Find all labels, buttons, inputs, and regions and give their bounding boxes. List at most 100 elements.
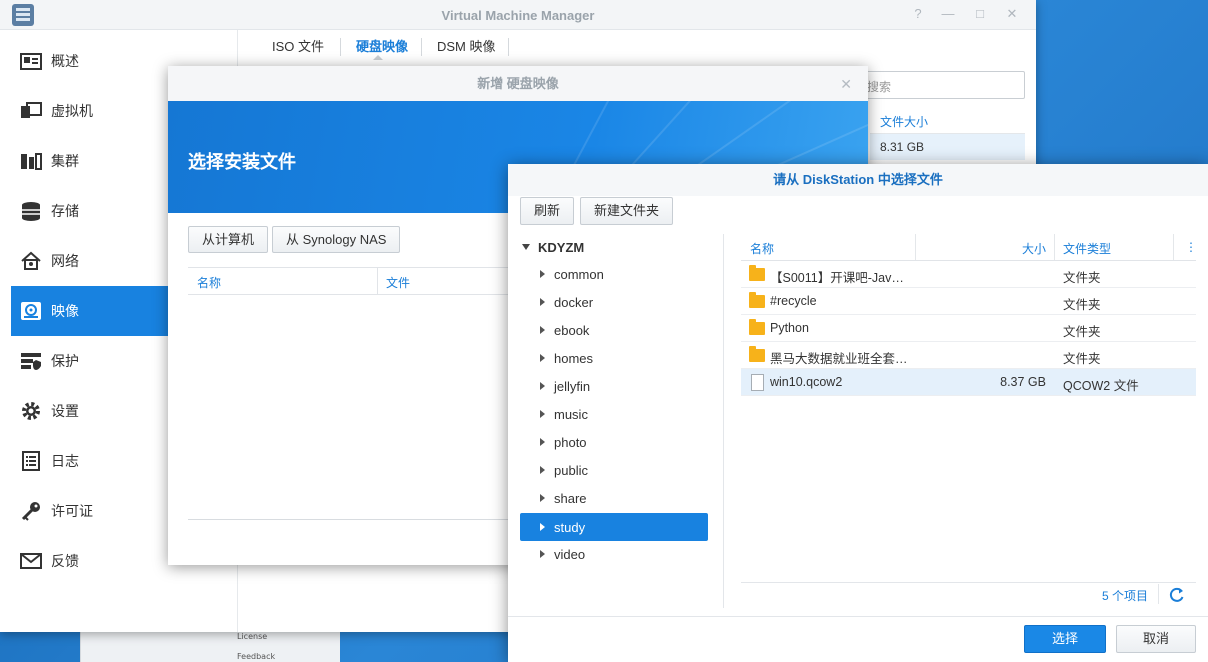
vmm-window-title: Virtual Machine Manager <box>441 8 595 23</box>
select-button[interactable]: 选择 <box>1024 625 1106 653</box>
folder-icon <box>749 346 765 362</box>
table-row[interactable]: Python 文件夹 <box>741 315 1196 342</box>
sidebar-item-storage[interactable]: 存储 <box>11 186 171 236</box>
column-size[interactable]: 大小 <box>1022 240 1046 257</box>
sidebar-item-label: 网络 <box>51 253 79 269</box>
tab-dsm-image[interactable]: DSM 映像 <box>437 36 496 55</box>
column-name[interactable]: 名称 <box>197 274 221 291</box>
chevron-right-icon <box>540 270 545 278</box>
sidebar-item-overview[interactable]: 概述 <box>11 36 171 86</box>
table-row[interactable]: #recycle 文件夹 <box>741 288 1196 315</box>
cluster-icon <box>20 151 42 171</box>
column-file[interactable]: 文件 <box>386 274 410 291</box>
sidebar-item-label: 虚拟机 <box>51 103 93 119</box>
tab-iso-files[interactable]: ISO 文件 <box>272 36 324 55</box>
maximize-icon[interactable]: □ <box>972 6 988 22</box>
sidebar-item-settings[interactable]: 设置 <box>11 386 171 436</box>
active-tab-indicator <box>373 55 383 60</box>
from-computer-button[interactable]: 从计算机 <box>188 226 269 253</box>
tree-item-common[interactable]: common <box>520 260 708 288</box>
sidebar-item-image[interactable]: 映像 <box>11 286 171 336</box>
pane-splitter[interactable] <box>723 234 724 608</box>
chevron-right-icon <box>540 494 545 502</box>
from-synology-nas-button[interactable]: 从 Synology NAS <box>272 226 401 253</box>
sidebar-item-label: 设置 <box>51 403 79 419</box>
tree-item-label: photo <box>554 434 587 450</box>
tree-item-label: study <box>554 519 586 535</box>
tree-root-kdyzm[interactable]: KDYZM <box>522 236 584 258</box>
vmm-title-bar: Virtual Machine Manager ? — □ ✕ <box>0 0 1036 30</box>
tree-item-label: common <box>554 266 604 282</box>
table-row[interactable]: win10.qcow2 8.37 GB QCOW2 文件 <box>741 369 1196 396</box>
tree-item-homes[interactable]: homes <box>520 344 708 372</box>
picker-title: 请从 DiskStation 中选择文件 <box>508 164 1208 196</box>
sidebar-item-protection[interactable]: 保护 <box>11 336 171 386</box>
table-row[interactable]: 【S0011】开课吧-Jav… 文件夹 <box>741 261 1196 288</box>
file-picker-dialog: 请从 DiskStation 中选择文件 刷新 新建文件夹 KDYZM comm… <box>508 164 1208 662</box>
chevron-right-icon <box>540 298 545 306</box>
sidebar-item-network[interactable]: 网络 <box>11 236 171 286</box>
table-row[interactable]: 黑马大数据就业班全套… 文件夹 <box>741 342 1196 369</box>
background-window-strip: License Feedback <box>80 632 340 662</box>
feedback-mail-icon <box>20 551 42 571</box>
tree-item-video[interactable]: video <box>520 540 708 568</box>
chevron-right-icon <box>540 354 545 362</box>
search-input[interactable]: 搜索 <box>860 71 1025 99</box>
divider <box>508 616 1208 617</box>
tree-item-ebook[interactable]: ebook <box>520 316 708 344</box>
file-type: 文件夹 <box>1063 352 1101 366</box>
column-name[interactable]: 名称 <box>750 240 774 257</box>
close-icon[interactable]: ✕ <box>1004 6 1020 22</box>
refresh-icon[interactable] <box>1168 586 1186 604</box>
sidebar-item-feedback[interactable]: 反馈 <box>11 536 171 586</box>
tree-item-music[interactable]: music <box>520 400 708 428</box>
chevron-right-icon <box>540 326 545 334</box>
chevron-right-icon <box>540 550 545 558</box>
protection-icon <box>20 351 42 371</box>
table-row[interactable]: 8.31 GB <box>870 134 1025 160</box>
tab-disk-image[interactable]: 硬盘映像 <box>356 36 408 55</box>
refresh-button[interactable]: 刷新 <box>520 197 575 225</box>
tree-item-share[interactable]: share <box>520 484 708 512</box>
sidebar-item-label: 集群 <box>51 153 79 169</box>
mini-license-label: License <box>237 632 268 641</box>
tree-item-docker[interactable]: docker <box>520 288 708 316</box>
chevron-down-icon <box>522 244 530 250</box>
file-size-value: 8.31 GB <box>880 140 925 154</box>
tree-item-photo[interactable]: photo <box>520 428 708 456</box>
folder-icon <box>749 265 765 281</box>
column-options-icon[interactable]: ⋮ <box>1185 240 1197 254</box>
wizard-title: 新增 硬盘映像 <box>168 66 868 101</box>
chevron-right-icon <box>540 523 545 531</box>
tree-item-study[interactable]: study <box>520 513 708 541</box>
cancel-button[interactable]: 取消 <box>1116 625 1196 653</box>
file-type: 文件夹 <box>1063 325 1101 339</box>
network-icon <box>20 251 42 271</box>
sidebar-item-cluster[interactable]: 集群 <box>11 136 171 186</box>
tree-item-public[interactable]: public <box>520 456 708 484</box>
column-type[interactable]: 文件类型 <box>1063 240 1111 257</box>
tree-item-jellyfin[interactable]: jellyfin <box>520 372 708 400</box>
sidebar-item-label: 存储 <box>51 203 79 219</box>
help-icon[interactable]: ? <box>910 6 926 22</box>
tree-item-label: video <box>554 546 586 562</box>
search-placeholder: 搜索 <box>867 80 892 94</box>
tree-root-label: KDYZM <box>538 239 585 255</box>
new-folder-button[interactable]: 新建文件夹 <box>580 197 674 225</box>
log-icon <box>20 451 42 471</box>
file-type: QCOW2 文件 <box>1063 379 1139 393</box>
sidebar-item-label: 映像 <box>51 303 79 319</box>
storage-icon <box>20 201 42 221</box>
sidebar-item-license[interactable]: 许可证 <box>11 486 171 536</box>
file-name: Python <box>770 321 809 335</box>
minimize-icon[interactable]: — <box>940 6 956 22</box>
tree-item-label: music <box>554 406 588 422</box>
wizard-close-icon[interactable]: ✕ <box>840 76 852 93</box>
sidebar-item-virtual-machine[interactable]: 虚拟机 <box>11 86 171 136</box>
tree-item-label: public <box>554 462 588 478</box>
image-icon <box>20 301 42 321</box>
file-size-column-header[interactable]: 文件大小 <box>870 108 1025 134</box>
sidebar-item-log[interactable]: 日志 <box>11 436 171 486</box>
wizard-step-heading: 选择安装文件 <box>188 152 296 172</box>
sidebar-item-label: 概述 <box>51 53 79 69</box>
